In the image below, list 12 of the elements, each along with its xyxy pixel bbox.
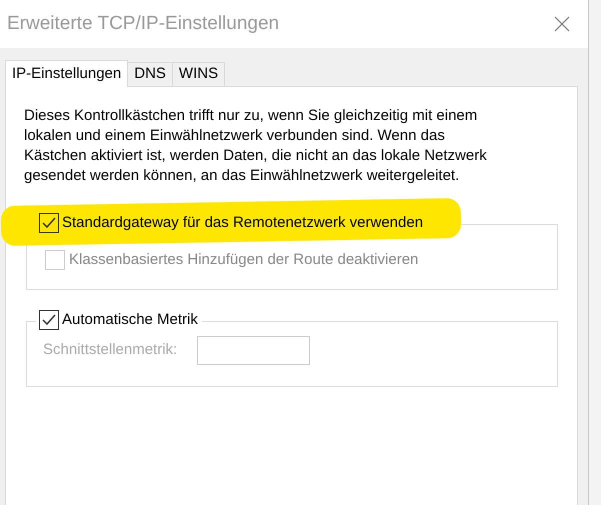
checkbox-label: Automatische Metrik <box>62 310 198 330</box>
checkbox[interactable] <box>39 310 59 330</box>
checkbox-label: Standardgateway für das Remotenetzwerk verwenden <box>62 213 424 233</box>
field-label: Schnittstellenmetrik: <box>43 340 178 360</box>
checkbox-label: Klassenbasiertes Hinzufügen der Route deaktivieren <box>69 250 418 270</box>
close-icon[interactable] <box>554 16 570 32</box>
checkbox[interactable] <box>39 213 59 234</box>
description-text: Dieses Kontrollkästchen trifft nur zu, wenn Sie gleichzeitig mit einem lokalen und einem Einwählnetzwerk verbunden sind. Wenn das Kästchen aktiviert ist, werden Daten, die nicht an das lokale Netzwerk gesendet werden können, an das Einwählnetzwerk weitergeleitet. <box>24 106 488 186</box>
window-title: Erweiterte TCP/IP-Einstellungen <box>7 12 280 36</box>
tab[interactable]: WINS <box>172 62 226 86</box>
tab[interactable]: DNS <box>128 62 173 86</box>
tab[interactable]: IP-Einstellungen <box>5 60 128 87</box>
